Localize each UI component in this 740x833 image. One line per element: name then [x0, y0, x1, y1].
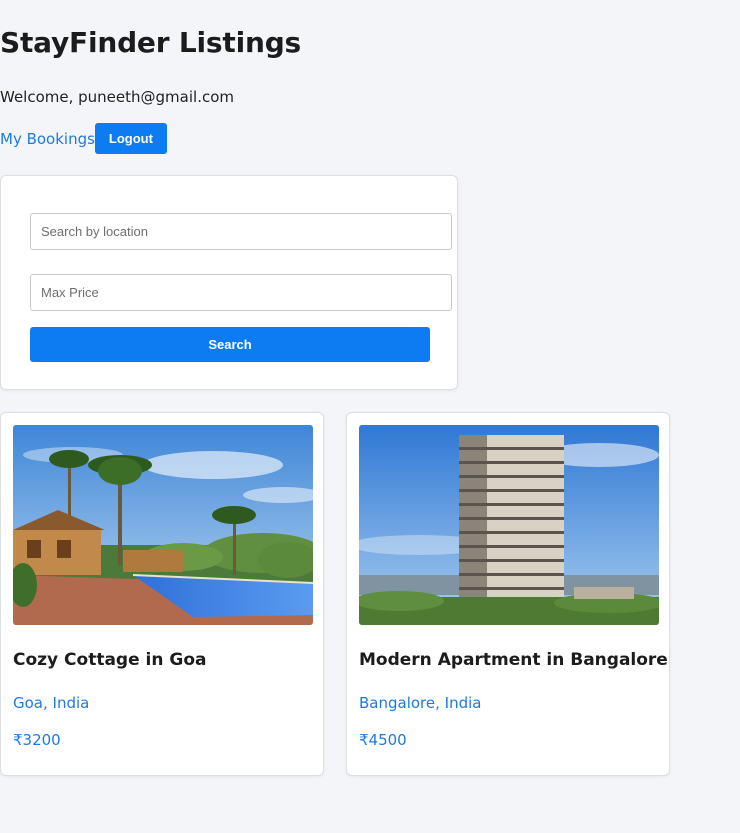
listing-title[interactable]: Cozy Cottage in Goa	[13, 650, 207, 670]
apartment-tower-photo	[359, 425, 659, 625]
welcome-text: Welcome, puneeth@gmail.com	[0, 88, 234, 106]
listing-price: ₹4500	[359, 731, 407, 749]
logout-button[interactable]: Logout	[94, 123, 167, 154]
search-card: Search	[0, 175, 458, 390]
search-button[interactable]: Search	[30, 327, 430, 362]
nav-row: My Bookings Logout	[0, 123, 167, 154]
listing-title[interactable]: Modern Apartment in Bangalore	[359, 650, 668, 670]
page-title: StayFinder Listings	[0, 26, 302, 59]
listing-price: ₹3200	[13, 731, 61, 749]
listing-location: Bangalore, India	[359, 694, 482, 712]
max-price-input[interactable]	[30, 274, 452, 311]
listing-card[interactable]: Cozy Cottage in Goa Goa, India ₹3200	[0, 412, 324, 776]
location-search-input[interactable]	[30, 213, 452, 250]
listing-card[interactable]: Modern Apartment in Bangalore Bangalore,…	[346, 412, 670, 776]
page: StayFinder Listings Welcome, puneeth@gma…	[0, 0, 740, 833]
cottage-pool-photo	[13, 425, 313, 625]
my-bookings-link[interactable]: My Bookings	[0, 130, 95, 148]
listing-location: Goa, India	[13, 694, 90, 712]
